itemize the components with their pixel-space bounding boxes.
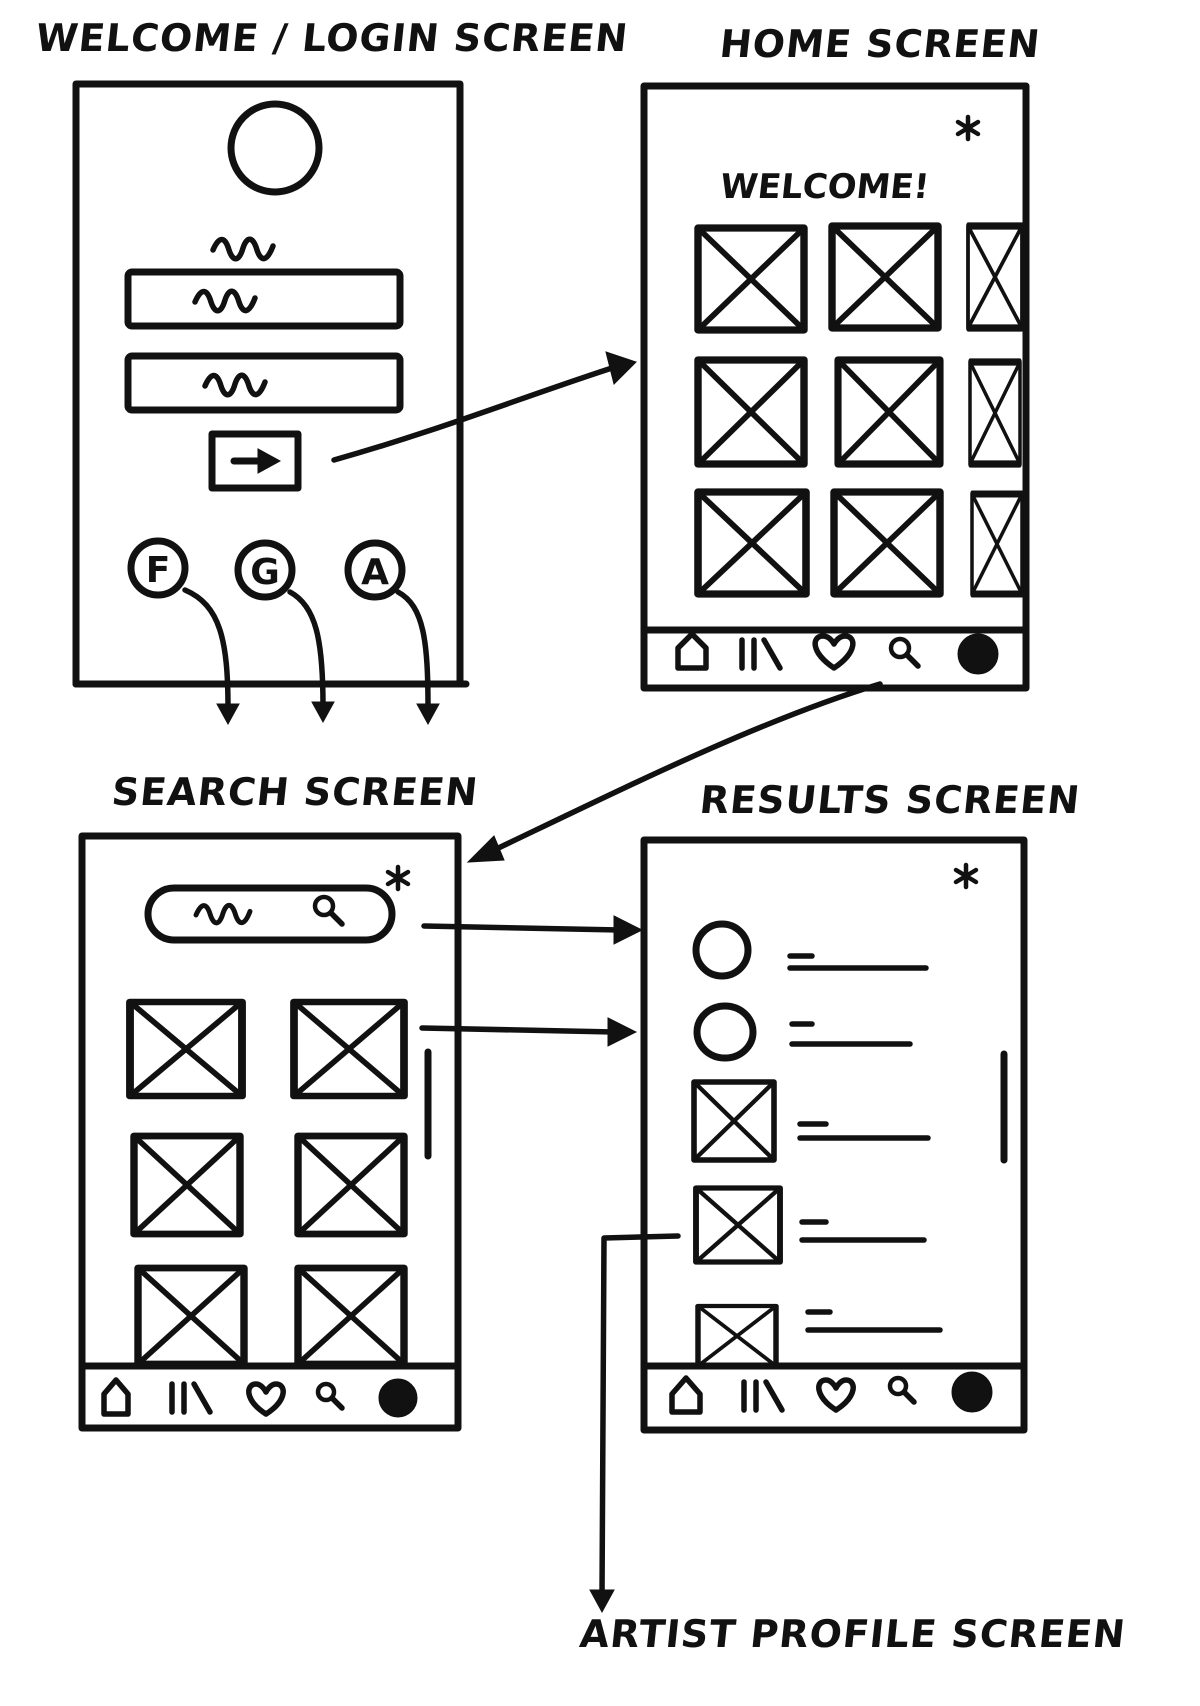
result-item-artist[interactable] (693, 1002, 913, 1062)
flow-arrow-home-to-search (466, 681, 883, 863)
home-greeting: WELCOME! (718, 167, 931, 207)
home-grid-item[interactable] (972, 494, 1022, 594)
login-submit-button[interactable] (208, 430, 302, 492)
search-bar[interactable] (144, 884, 396, 944)
search-icon (312, 894, 345, 927)
home-grid-item[interactable] (968, 226, 1022, 328)
search-grid (130, 1002, 404, 1364)
home-icon[interactable] (669, 1375, 703, 1415)
home-grid-item[interactable] (698, 360, 804, 464)
home-screen: WELCOME! (640, 82, 1030, 692)
results-phone-frame (640, 836, 1028, 1434)
heart-icon[interactable] (246, 1381, 286, 1417)
asterisk-icon (958, 117, 978, 139)
home-icon[interactable] (675, 631, 709, 671)
search-grid-item[interactable] (134, 1136, 240, 1234)
search-icon[interactable] (887, 1375, 917, 1405)
profile-icon[interactable] (378, 1378, 418, 1418)
home-grid-item[interactable] (838, 360, 940, 464)
facebook-login-button[interactable]: F (127, 537, 189, 599)
search-grid-item[interactable] (130, 1002, 242, 1096)
search-icon[interactable] (888, 636, 921, 669)
results-tab-bar (640, 1362, 1028, 1415)
flow-arrow-login-to-home (331, 351, 637, 463)
result-item-album[interactable] (696, 1188, 927, 1262)
google-login-button[interactable]: G (234, 539, 296, 601)
heart-icon[interactable] (812, 633, 856, 671)
library-icon[interactable] (741, 1379, 785, 1413)
apple-login-button[interactable]: A (344, 539, 406, 601)
logo-placeholder-icon (227, 100, 323, 196)
result-item-album[interactable] (694, 1082, 931, 1160)
home-grid (698, 226, 1022, 594)
search-grid-item[interactable] (138, 1268, 244, 1364)
home-grid-item[interactable] (698, 228, 804, 330)
library-icon[interactable] (169, 1381, 213, 1415)
search-grid-item[interactable] (294, 1002, 404, 1096)
artist-avatar (693, 1002, 757, 1062)
home-tab-bar (640, 626, 1030, 675)
search-query-squiggle (196, 905, 250, 923)
results-screen (640, 836, 1028, 1434)
home-icon[interactable] (101, 1377, 131, 1417)
home-grid-item[interactable] (834, 492, 940, 594)
search-grid-item[interactable] (298, 1136, 404, 1234)
artist-avatar (692, 920, 752, 980)
heart-icon[interactable] (816, 1377, 856, 1413)
home-grid-item[interactable] (832, 226, 938, 328)
asterisk-icon (388, 867, 408, 889)
username-field[interactable] (124, 268, 404, 330)
password-field[interactable] (124, 352, 404, 414)
welcome-login-screen: F G A (72, 80, 470, 726)
asterisk-icon (956, 865, 976, 887)
search-icon[interactable] (315, 1381, 345, 1411)
facebook-letter: F (146, 550, 171, 591)
profile-icon[interactable] (951, 1371, 993, 1413)
search-tab-bar (78, 1362, 462, 1418)
welcome-heading-squiggle (213, 239, 273, 259)
arrow-right-icon (230, 448, 282, 474)
apple-letter: A (361, 552, 389, 593)
google-letter: G (250, 552, 280, 593)
home-grid-item[interactable] (698, 492, 806, 594)
result-item-artist[interactable] (692, 920, 929, 980)
result-item-album[interactable] (698, 1306, 943, 1366)
flow-arrow-results-to-artist-profile (589, 1233, 681, 1614)
profile-icon[interactable] (957, 633, 999, 675)
home-grid-item[interactable] (970, 362, 1020, 464)
search-grid-item[interactable] (298, 1268, 404, 1364)
search-screen (78, 832, 462, 1432)
results-list (692, 920, 943, 1366)
library-icon[interactable] (739, 637, 783, 671)
social-login-arrows (182, 587, 440, 726)
wireframe-canvas: F G A WELCOME! (72, 80, 1030, 1614)
